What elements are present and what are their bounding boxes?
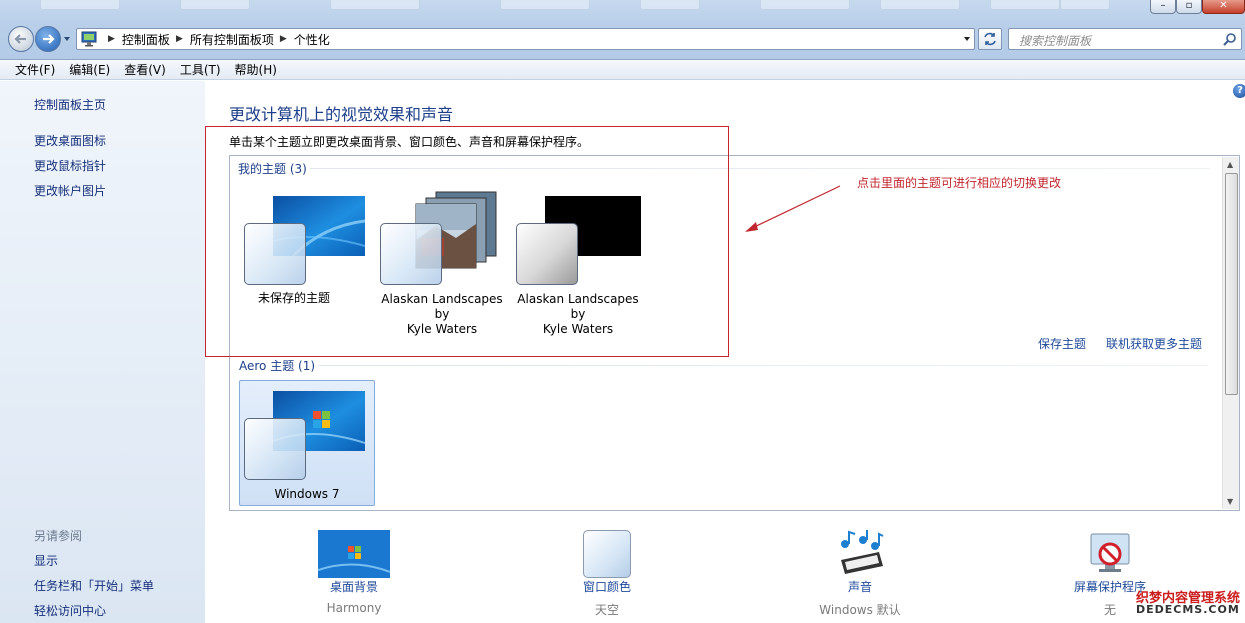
annotation-arrow-icon bbox=[745, 185, 841, 232]
screensaver-icon bbox=[1090, 533, 1130, 572]
sidebar-control-panel-home[interactable]: 控制面板主页 bbox=[34, 96, 106, 113]
address-bar[interactable]: ▶ 控制面板 ▶ 所有控制面板项 ▶ 个性化 bbox=[76, 28, 975, 50]
window-color-setting[interactable]: 窗口颜色 天空 bbox=[557, 530, 657, 618]
theme-list-scrollbar[interactable]: ▲ ▼ bbox=[1222, 157, 1239, 509]
sidebar-change-mouse-pointer[interactable]: 更改鼠标指针 bbox=[34, 157, 106, 174]
window-color-swatch bbox=[244, 418, 306, 480]
menu-help[interactable]: 帮助(H) bbox=[228, 61, 284, 78]
sound-value: Windows 默认 bbox=[819, 603, 901, 617]
window-color-value: 天空 bbox=[594, 603, 619, 617]
breadcrumb-separator-icon: ▶ bbox=[279, 34, 287, 44]
back-arrow-icon bbox=[14, 34, 26, 44]
desktop-background-setting[interactable]: 桌面背景 Harmony bbox=[304, 530, 404, 615]
breadcrumb-control-panel[interactable]: 控制面板 bbox=[122, 31, 170, 48]
sound-title[interactable]: 声音 bbox=[800, 578, 920, 595]
sound-icon bbox=[841, 530, 884, 574]
breadcrumb-separator-icon: ▶ bbox=[175, 34, 183, 44]
menu-bar: 文件(F) 编辑(E) 查看(V) 工具(T) 帮助(H) bbox=[0, 60, 1245, 80]
scroll-up-icon[interactable]: ▲ bbox=[1227, 160, 1236, 169]
scroll-thumb[interactable] bbox=[1225, 173, 1238, 395]
menu-edit[interactable]: 编辑(E) bbox=[62, 61, 117, 78]
help-icon[interactable]: ? bbox=[1233, 84, 1245, 98]
maximize-button[interactable]: ▫ bbox=[1176, 0, 1202, 14]
desktop-background-icon bbox=[318, 530, 390, 578]
window-color-title[interactable]: 窗口颜色 bbox=[557, 578, 657, 595]
get-more-themes-link[interactable]: 联机获取更多主题 bbox=[1106, 335, 1202, 352]
sidebar-change-desktop-icons[interactable]: 更改桌面图标 bbox=[34, 132, 106, 149]
search-placeholder: 搜索控制面板 bbox=[1019, 34, 1092, 48]
menu-view[interactable]: 查看(V) bbox=[117, 61, 173, 78]
refresh-button[interactable] bbox=[978, 28, 1002, 50]
search-icon[interactable] bbox=[1223, 32, 1237, 46]
see-also-heading: 另请参阅 bbox=[34, 529, 83, 543]
watermark-domain: DEDECMS.COM bbox=[1136, 603, 1240, 616]
forward-arrow-icon bbox=[43, 34, 55, 44]
forward-button[interactable] bbox=[35, 26, 61, 52]
theme-label: Windows 7 bbox=[274, 487, 340, 501]
window-color-icon bbox=[583, 530, 631, 578]
group-divider bbox=[318, 365, 1208, 366]
page-title: 更改计算机上的视觉效果和声音 bbox=[229, 105, 454, 124]
sidebar-change-account-picture[interactable]: 更改帐户图片 bbox=[34, 182, 106, 199]
desktop-background-value: Harmony bbox=[326, 601, 382, 615]
annotation-text: 点击里面的主题可进行相应的切换更改 bbox=[857, 176, 1062, 190]
search-input[interactable]: 搜索控制面板 bbox=[1008, 28, 1242, 50]
sound-setting[interactable]: 声音 Windows 默认 bbox=[800, 530, 920, 618]
recent-pages-chevron-icon[interactable] bbox=[62, 34, 72, 44]
window-header: – ▫ ✕ ▶ 控制面板 ▶ 所有控制面板项 ▶ 个性化 搜索控制面板 bbox=[0, 0, 1245, 60]
control-panel-icon bbox=[80, 30, 102, 48]
breadcrumb-all-items[interactable]: 所有控制面板项 bbox=[190, 31, 274, 48]
aero-themes-label: Aero 主题 (1) bbox=[239, 359, 316, 373]
see-also-ease-of-access[interactable]: 轻松访问中心 bbox=[34, 602, 106, 619]
breadcrumb-personalization[interactable]: 个性化 bbox=[294, 31, 330, 48]
save-theme-link[interactable]: 保存主题 bbox=[1038, 335, 1086, 352]
see-also-display[interactable]: 显示 bbox=[34, 552, 58, 569]
scroll-down-icon[interactable]: ▼ bbox=[1227, 497, 1236, 506]
desktop-background-title[interactable]: 桌面背景 bbox=[304, 578, 404, 595]
background-window-strip bbox=[0, 0, 1245, 20]
address-dropdown-icon[interactable] bbox=[962, 34, 972, 44]
close-button[interactable]: ✕ bbox=[1202, 0, 1245, 14]
see-also-taskbar-start-menu[interactable]: 任务栏和「开始」菜单 bbox=[34, 577, 154, 594]
refresh-icon bbox=[984, 32, 996, 46]
breadcrumb-separator-icon: ▶ bbox=[108, 34, 115, 44]
back-button[interactable] bbox=[8, 26, 34, 52]
menu-tools[interactable]: 工具(T) bbox=[173, 61, 228, 78]
annotation-highlight-box bbox=[205, 126, 729, 357]
minimize-button[interactable]: – bbox=[1150, 0, 1176, 14]
menu-file[interactable]: 文件(F) bbox=[8, 61, 62, 78]
